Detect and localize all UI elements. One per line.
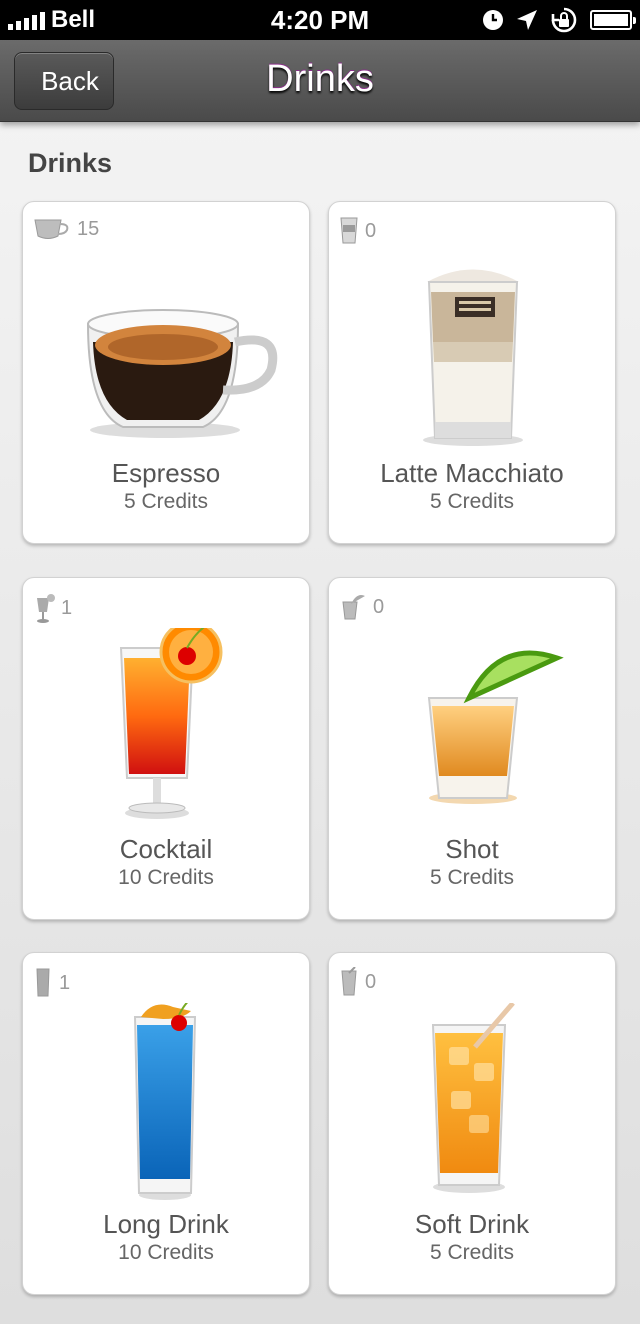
clock-icon [483,10,503,30]
back-button-label: Back [41,65,99,96]
soft-drink-illustration [431,1003,515,1193]
drink-card-espresso[interactable]: 15 Espresso 5 Credits [22,201,310,544]
espresso-cup-icon [34,219,69,239]
drink-name: Latte Macchiato [380,458,564,488]
section-title: Drinks [28,148,113,178]
drink-card-latte-macchiato[interactable]: 0 Latte Macchiato 5 Credits [328,201,616,544]
latte-glass-icon [340,217,358,244]
drink-count: 0 [365,970,377,993]
shot-glass-icon [342,595,365,620]
rotation-lock-icon [551,7,577,33]
drink-credits: 10 Credits [118,1241,214,1264]
cocktail-glass-icon [37,594,55,623]
drink-name: Shot [445,834,499,864]
shot-illustration [427,650,564,804]
latte-macchiato-illustration [423,269,523,446]
drink-count: 0 [365,219,377,242]
long-drink-illustration [133,1003,197,1200]
cocktail-illustration [119,628,223,819]
drink-count: 0 [373,595,385,618]
drink-credits: 5 Credits [429,490,515,513]
drink-card-long-drink[interactable]: 1 Long Drink 10 Credits [22,952,310,1295]
drink-name: Long Drink [103,1209,229,1239]
drink-count: 1 [59,971,71,994]
drink-card-shot[interactable]: 0 Shot 5 Credits [328,577,616,920]
drink-name: Espresso [111,458,221,488]
battery-icon [590,10,636,30]
drink-card-soft-drink[interactable]: 0 Soft Drink 5 Credits [328,952,616,1295]
soft-drink-glass-icon [341,967,357,996]
long-drink-glass-icon [36,968,50,997]
navigation-bar: Back Drinks [0,40,640,122]
status-bar: Bell 4:20 PM [0,0,640,40]
drink-credits: 10 Credits [118,866,214,889]
drink-name: Soft Drink [414,1209,530,1239]
drink-credits: 5 Credits [429,866,515,889]
drink-name: Cocktail [119,834,213,864]
location-icon [517,10,537,30]
drink-credits: 5 Credits [429,1241,515,1264]
drink-card-cocktail[interactable]: 1 Cocktail 10 Credits [22,577,310,920]
drink-count: 15 [77,217,100,240]
drink-credits: 5 Credits [123,490,209,513]
espresso-illustration [86,309,278,438]
drink-count: 1 [61,596,73,619]
